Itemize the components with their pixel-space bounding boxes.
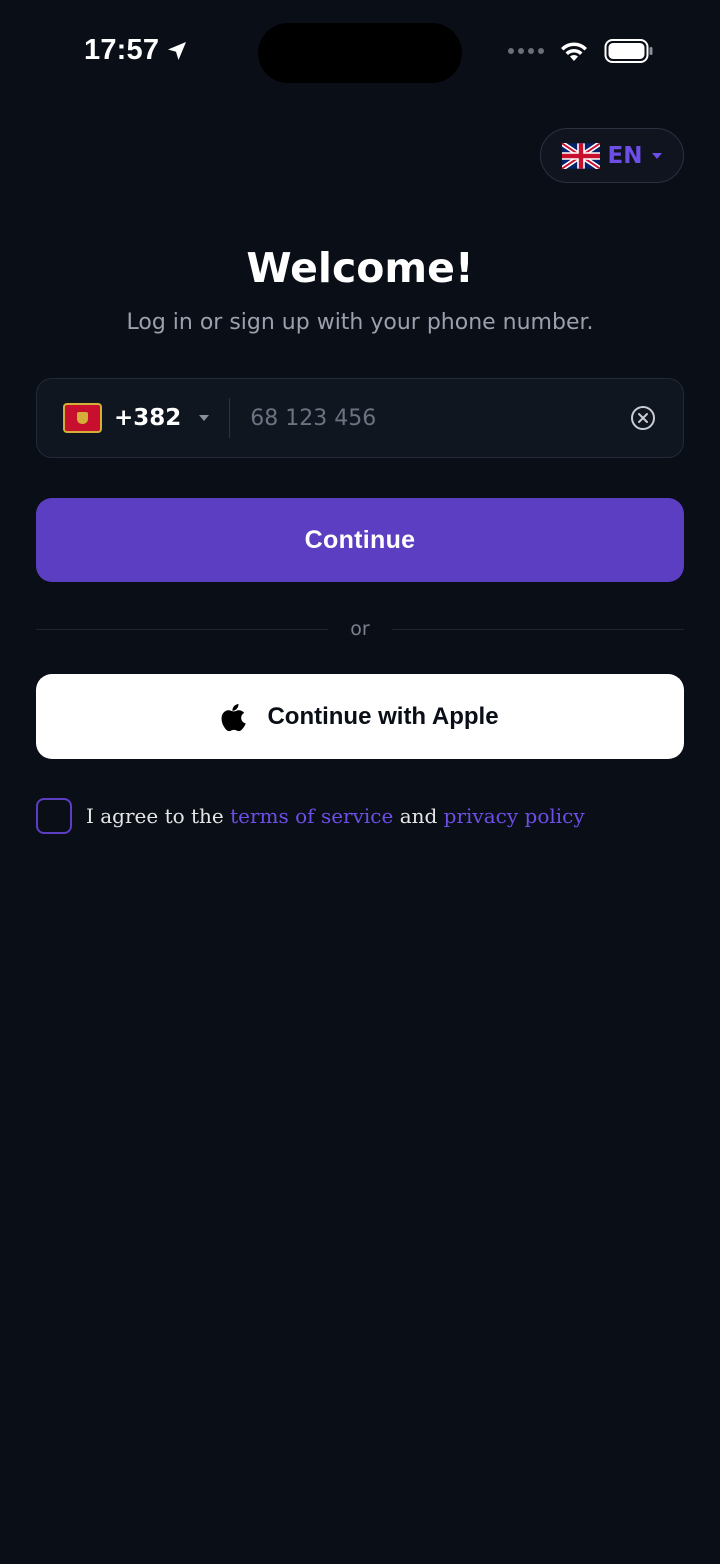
login-screen: 17:57 EN Welcome! Log in or sign up with… [0, 0, 720, 1564]
language-code: EN [607, 142, 643, 169]
clear-icon [631, 406, 655, 430]
language-selector[interactable]: EN [540, 128, 684, 183]
phone-field: +382 [36, 378, 684, 458]
country-code-picker[interactable]: +382 [37, 379, 210, 457]
apple-logo-icon [221, 703, 247, 731]
wifi-icon [561, 42, 587, 61]
chevron-down-icon [652, 152, 663, 159]
clear-input-button[interactable] [629, 404, 657, 432]
page-title: Welcome! [246, 244, 474, 292]
dynamic-island [258, 23, 462, 83]
page-subtitle: Log in or sign up with your phone number… [126, 310, 594, 335]
battery-icon [604, 39, 653, 63]
dial-code: +382 [114, 405, 182, 431]
uk-flag-icon [561, 142, 600, 169]
montenegro-flag-icon [63, 403, 102, 433]
status-time: 17:57 [84, 34, 189, 67]
privacy-policy-link[interactable]: privacy policy [444, 804, 585, 828]
terms-agreement: I agree to the terms of service and priv… [36, 798, 585, 834]
apple-button-label: Continue with Apple [267, 702, 499, 730]
terms-prefix: I agree to the [86, 804, 224, 828]
separator-line [391, 628, 684, 630]
separator-line [36, 628, 329, 630]
location-arrow-icon [168, 41, 187, 60]
terms-of-service-link[interactable]: terms of service [230, 804, 393, 828]
status-indicators [508, 38, 654, 64]
continue-with-apple-button[interactable]: Continue with Apple [36, 674, 684, 759]
or-label: or [350, 618, 370, 640]
terms-and: and [399, 804, 438, 828]
terms-checkbox[interactable] [36, 798, 72, 834]
status-time-text: 17:57 [84, 34, 160, 66]
cellular-signal-icon [508, 48, 544, 54]
terms-text: I agree to the terms of service and priv… [86, 804, 585, 828]
continue-button[interactable]: Continue [36, 498, 684, 582]
phone-number-input[interactable] [230, 405, 629, 431]
chevron-down-icon [199, 415, 210, 421]
or-separator: or [36, 614, 684, 644]
